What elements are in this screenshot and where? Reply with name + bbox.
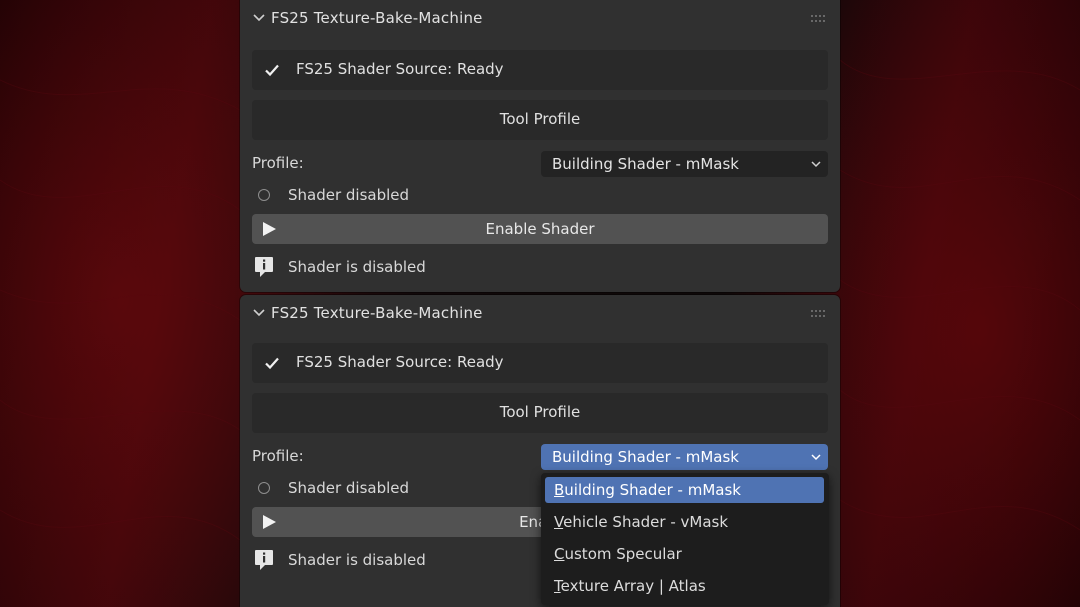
profile-select[interactable]: Building Shader - mMask <box>541 151 828 177</box>
tool-profile-label: Tool Profile <box>499 403 581 421</box>
profile-label: Profile: <box>252 154 304 172</box>
info-icon <box>255 257 273 277</box>
chevron-down-icon[interactable] <box>252 306 266 320</box>
shader-disabled-radio[interactable]: Shader disabled <box>252 479 552 501</box>
drag-grip-icon[interactable] <box>810 14 828 23</box>
drag-grip-icon[interactable] <box>810 309 828 318</box>
tool-profile-header: Tool Profile <box>252 100 828 140</box>
radio-icon[interactable] <box>258 189 270 201</box>
checkmark-icon <box>265 64 279 77</box>
chevron-down-icon <box>811 161 821 168</box>
dropdown-option-vehicle-shader[interactable]: Vehicle Shader - vMask <box>545 509 824 535</box>
option-label: uilding Shader - mMask <box>564 481 741 499</box>
profile-select[interactable]: Building Shader - mMask <box>541 444 828 470</box>
option-label: exture Array | Atlas <box>560 577 706 595</box>
shader-source-status: FS25 Shader Source: Ready <box>252 50 828 90</box>
profile-label: Profile: <box>252 447 304 465</box>
tool-profile-label: Tool Profile <box>499 110 581 128</box>
panel-title: FS25 Texture-Bake-Machine <box>271 9 483 27</box>
option-mnemonic: V <box>554 513 564 531</box>
option-mnemonic: C <box>554 545 565 563</box>
shader-disabled-radio[interactable]: Shader disabled <box>252 186 552 208</box>
profile-select-value: Building Shader - mMask <box>552 155 739 173</box>
dropdown-option-texture-array[interactable]: Texture Array | Atlas <box>545 573 824 599</box>
texture-bake-panel-1: FS25 Texture-Bake-Machine FS25 Shader So… <box>240 0 840 292</box>
enable-shader-button[interactable]: Enable Shader <box>252 214 828 244</box>
dropdown-option-custom-specular[interactable]: Custom Specular <box>545 541 824 567</box>
shader-state-label: Shader disabled <box>288 186 410 204</box>
radio-icon[interactable] <box>258 482 270 494</box>
profile-select-value: Building Shader - mMask <box>552 448 739 466</box>
enable-shader-label: Enable Shader <box>485 220 595 238</box>
info-text: Shader is disabled <box>288 551 426 569</box>
info-text: Shader is disabled <box>288 258 426 276</box>
shader-info-message: Shader is disabled <box>252 255 652 279</box>
option-label: ehicle Shader - vMask <box>563 513 729 531</box>
status-text: FS25 Shader Source: Ready <box>296 60 504 78</box>
option-mnemonic: B <box>554 481 565 499</box>
option-label: ustom Specular <box>564 545 682 563</box>
status-text: FS25 Shader Source: Ready <box>296 353 504 371</box>
shader-state-label: Shader disabled <box>288 479 410 497</box>
chevron-down-icon <box>811 454 821 461</box>
chevron-down-icon[interactable] <box>252 11 266 25</box>
checkmark-icon <box>265 357 279 370</box>
panel-title: FS25 Texture-Bake-Machine <box>271 304 483 322</box>
panel-header[interactable]: FS25 Texture-Bake-Machine <box>240 0 840 36</box>
tool-profile-header: Tool Profile <box>252 393 828 433</box>
shader-source-status: FS25 Shader Source: Ready <box>252 343 828 383</box>
profile-dropdown-menu: Building Shader - mMask Vehicle Shader -… <box>541 473 829 605</box>
info-icon <box>255 550 273 570</box>
option-mnemonic: T <box>554 577 561 595</box>
dropdown-option-building-shader[interactable]: Building Shader - mMask <box>545 477 824 503</box>
panel-header[interactable]: FS25 Texture-Bake-Machine <box>240 295 840 331</box>
